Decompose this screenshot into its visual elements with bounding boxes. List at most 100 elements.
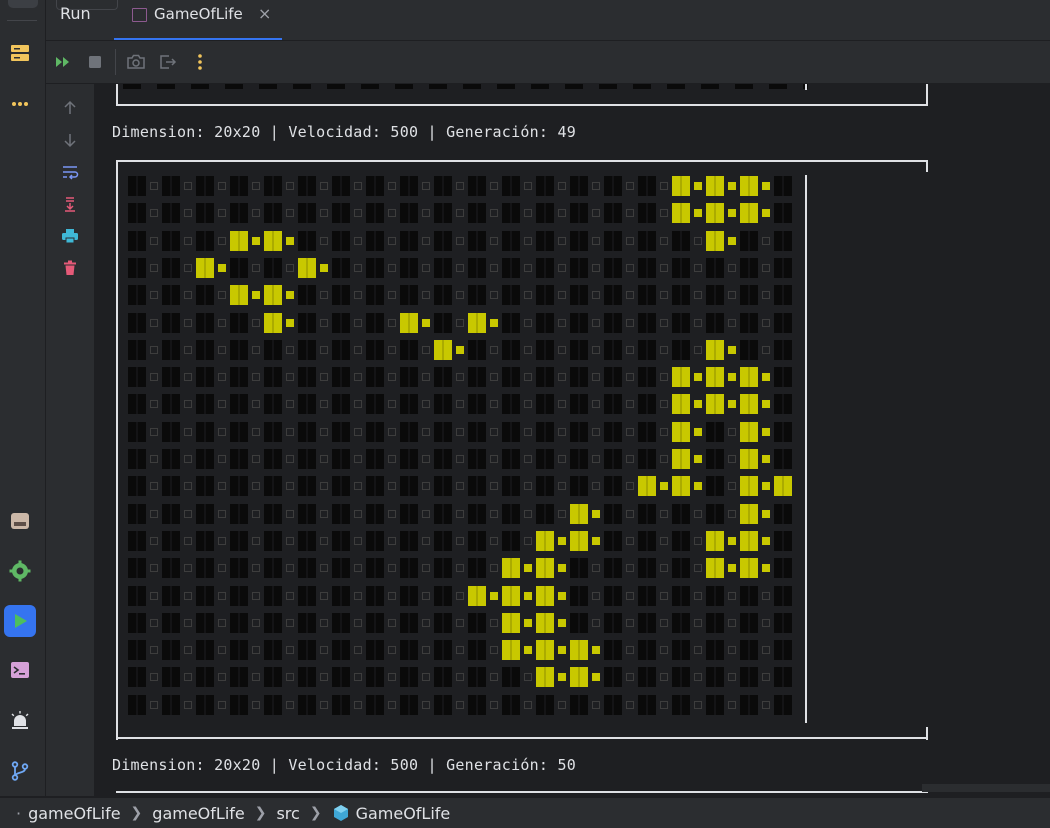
cell-dead bbox=[434, 531, 464, 551]
cell-alive bbox=[536, 558, 566, 578]
cell-dead bbox=[604, 531, 634, 551]
cell-dead bbox=[264, 394, 294, 414]
run-icon[interactable] bbox=[4, 605, 36, 637]
cell-dead bbox=[264, 422, 294, 442]
cell-dead bbox=[604, 613, 634, 633]
cell-dead bbox=[672, 504, 702, 524]
cell-dead bbox=[230, 176, 260, 196]
cell-dead bbox=[706, 640, 736, 660]
cell-dead bbox=[332, 449, 362, 469]
cell-dead bbox=[570, 176, 600, 196]
close-icon[interactable]: × bbox=[258, 4, 271, 23]
cell-dead bbox=[298, 531, 328, 551]
scroll-to-end-icon[interactable] bbox=[57, 192, 83, 216]
cell-dead bbox=[128, 422, 158, 442]
cell-dead bbox=[366, 667, 396, 687]
cell-dead bbox=[468, 422, 498, 442]
more-vertical-icon[interactable] bbox=[187, 49, 213, 75]
scroll-down-icon[interactable] bbox=[57, 128, 83, 152]
cell-dead bbox=[162, 504, 192, 524]
rerun-icon[interactable] bbox=[50, 49, 76, 75]
cell-dead bbox=[400, 258, 430, 278]
cell-dead bbox=[468, 695, 498, 715]
cell-alive bbox=[672, 203, 702, 223]
problems-icon[interactable] bbox=[4, 705, 36, 737]
cell-alive bbox=[536, 640, 566, 660]
cell-alive bbox=[672, 176, 702, 196]
cell-alive bbox=[672, 449, 702, 469]
cell-dead bbox=[264, 476, 294, 496]
cell-dead bbox=[332, 504, 362, 524]
cell-alive bbox=[536, 613, 566, 633]
cell-dead bbox=[366, 558, 396, 578]
cell-dead bbox=[706, 313, 736, 333]
cell-dead bbox=[774, 640, 792, 660]
tab-gameoflife-label: GameOfLife bbox=[154, 5, 243, 23]
cell-dead bbox=[366, 231, 396, 251]
cell-dead bbox=[604, 340, 634, 360]
cell-alive bbox=[740, 422, 770, 442]
cell-alive bbox=[706, 558, 736, 578]
tab-run[interactable]: Run bbox=[60, 4, 91, 23]
cell-dead bbox=[196, 394, 226, 414]
more-icon[interactable] bbox=[4, 88, 36, 120]
cell-dead bbox=[672, 586, 702, 606]
cell-alive bbox=[468, 313, 498, 333]
cell-dead bbox=[400, 531, 430, 551]
services-icon[interactable] bbox=[4, 505, 36, 537]
cell-dead bbox=[196, 422, 226, 442]
cell-dead bbox=[536, 476, 566, 496]
cell-dead bbox=[332, 394, 362, 414]
screenshot-icon[interactable] bbox=[123, 49, 149, 75]
cell-dead bbox=[672, 313, 702, 333]
cell-dead bbox=[264, 367, 294, 387]
cell-dead bbox=[536, 313, 566, 333]
cell-dead bbox=[706, 613, 736, 633]
console-output[interactable]: Dimension: 20x20 | Velocidad: 500 | Gene… bbox=[95, 84, 1050, 796]
cell-dead bbox=[638, 504, 668, 524]
exit-icon[interactable] bbox=[155, 49, 181, 75]
breadcrumb-project[interactable]: gameOfLife bbox=[28, 804, 120, 823]
cell-alive bbox=[400, 313, 430, 333]
cell-dead bbox=[536, 422, 566, 442]
cell-dead bbox=[604, 667, 634, 687]
cell-dead bbox=[672, 531, 702, 551]
cell-alive bbox=[230, 285, 260, 305]
cell-dead bbox=[162, 476, 192, 496]
bullet-icon: · bbox=[16, 803, 22, 823]
cell-dead bbox=[706, 476, 736, 496]
cell-alive bbox=[264, 313, 294, 333]
print-icon[interactable] bbox=[57, 224, 83, 248]
cell-dead bbox=[162, 613, 192, 633]
project-widget[interactable] bbox=[8, 0, 38, 8]
clear-icon[interactable] bbox=[57, 256, 83, 280]
cell-dead bbox=[128, 558, 158, 578]
cell-dead bbox=[502, 285, 532, 305]
breadcrumb-src[interactable]: src bbox=[276, 804, 299, 823]
cell-dead bbox=[638, 695, 668, 715]
cell-dead bbox=[366, 476, 396, 496]
cell-alive bbox=[502, 640, 532, 660]
cell-dead bbox=[740, 285, 770, 305]
cell-dead bbox=[434, 176, 464, 196]
breadcrumb-class[interactable]: GameOfLife bbox=[332, 804, 450, 823]
tab-gameoflife[interactable]: GameOfLife × bbox=[114, 0, 282, 40]
breadcrumb-module[interactable]: gameOfLife bbox=[152, 804, 244, 823]
cell-dead bbox=[230, 313, 260, 333]
settings-icon[interactable] bbox=[4, 555, 36, 587]
cell-dead bbox=[298, 476, 328, 496]
cell-dead bbox=[298, 285, 328, 305]
terminal-icon[interactable] bbox=[4, 654, 36, 686]
scroll-up-icon[interactable] bbox=[57, 96, 83, 120]
soft-wrap-icon[interactable] bbox=[57, 160, 83, 184]
cell-dead bbox=[298, 667, 328, 687]
structure-icon[interactable] bbox=[4, 37, 36, 69]
scrollbar-track[interactable] bbox=[922, 784, 1050, 792]
cell-dead bbox=[774, 258, 792, 278]
cell-dead bbox=[230, 586, 260, 606]
git-icon[interactable] bbox=[4, 755, 36, 787]
cell-dead bbox=[468, 367, 498, 387]
toolbar-separator bbox=[115, 49, 116, 75]
cell-dead bbox=[434, 667, 464, 687]
stop-icon[interactable] bbox=[82, 49, 108, 75]
